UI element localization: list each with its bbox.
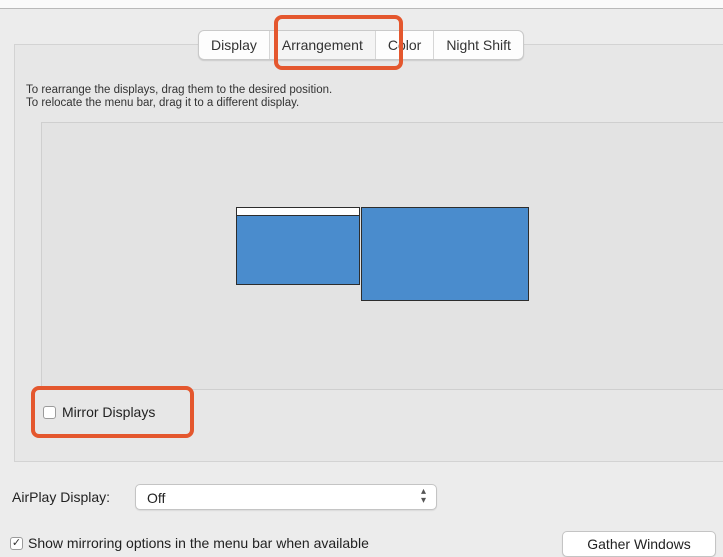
window-top-edge — [0, 0, 723, 8]
tab-color[interactable]: Color — [376, 31, 435, 59]
airplay-display-label: AirPlay Display: — [12, 489, 111, 505]
instructions: To rearrange the displays, drag them to … — [26, 84, 332, 110]
gather-windows-button[interactable]: Gather Windows — [562, 531, 716, 557]
show-mirroring-row: ✓ Show mirroring options in the menu bar… — [10, 535, 369, 551]
instruction-menu-bar: To relocate the menu bar, drag it to a d… — [26, 97, 300, 109]
display-thumbnail-primary[interactable] — [236, 207, 360, 285]
window-divider — [0, 8, 723, 9]
show-mirroring-checkbox[interactable]: ✓ — [10, 536, 23, 550]
tab-bar: Display Arrangement Color Night Shift — [198, 30, 524, 60]
tab-night-shift[interactable]: Night Shift — [434, 31, 523, 59]
menu-bar-indicator[interactable] — [236, 207, 360, 216]
mirror-displays-row: Mirror Displays — [43, 404, 155, 420]
tab-display[interactable]: Display — [199, 31, 270, 59]
mirror-displays-checkbox[interactable] — [43, 405, 56, 419]
up-down-chevron-icon: ▴ ▾ — [420, 486, 426, 506]
airplay-display-select[interactable]: Off ▴ ▾ — [135, 484, 437, 510]
mirror-displays-label: Mirror Displays — [62, 404, 156, 420]
instruction-rearrange: To rearrange the displays, drag them to … — [26, 84, 333, 96]
show-mirroring-label: Show mirroring options in the menu bar w… — [28, 535, 369, 551]
tab-arrangement[interactable]: Arrangement — [269, 31, 376, 59]
airplay-display-value: Off — [147, 490, 166, 506]
display-thumbnail-secondary[interactable] — [361, 207, 529, 301]
